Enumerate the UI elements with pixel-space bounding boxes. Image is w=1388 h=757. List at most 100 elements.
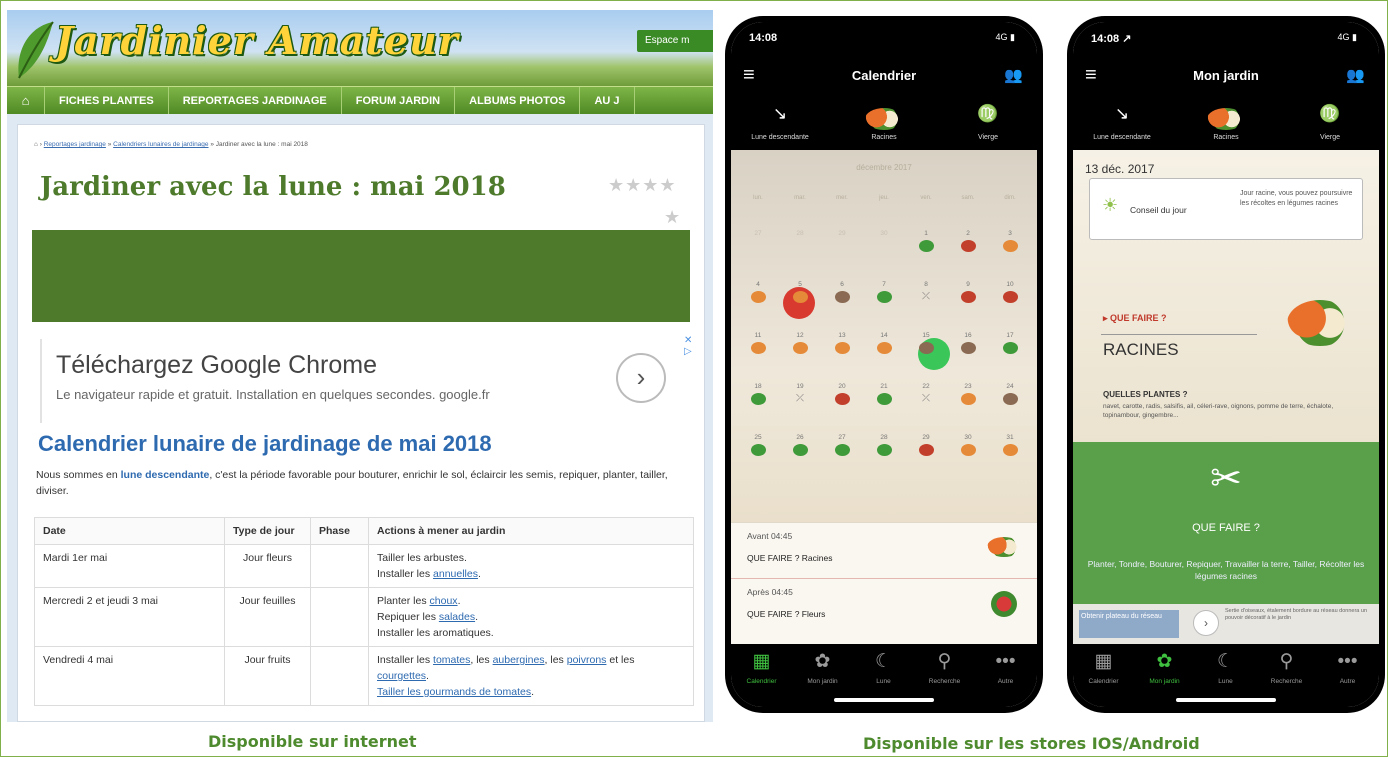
breadcrumb-calendriers[interactable]: Calendriers lunaires de jardinage (113, 141, 208, 148)
calendar-day[interactable]: 16 (947, 330, 989, 382)
tab-autre[interactable]: ••• Autre (1317, 650, 1378, 685)
calendar-day[interactable]: 31 (989, 432, 1031, 484)
period-row-before[interactable]: Avant 04:45 QUE FAIRE ? Racines (731, 522, 1037, 578)
community-icon[interactable]: 👥 (1004, 66, 1023, 84)
home-indicator (834, 698, 934, 702)
link-gourmands[interactable]: Tailler les gourmands de tomates (377, 686, 531, 698)
root-day-icon (1002, 444, 1018, 456)
root-day-icon (1002, 240, 1018, 252)
calendar-day[interactable]: 28 (863, 432, 905, 484)
tab-mon-jardin[interactable]: ✿ Mon jardin (792, 650, 853, 685)
calendar-icon: ▦ (752, 651, 771, 672)
nav-forum[interactable]: FORUM JARDIN (342, 87, 456, 114)
ad-banner[interactable]: Obtenir plateau du réseau › Sertie d'ois… (1073, 604, 1379, 644)
website-screenshot: Jardinier Amateur Espace m ⌂ FICHES PLAN… (7, 10, 713, 722)
calendar-day[interactable]: 30 (863, 228, 905, 280)
calendar-day[interactable]: 28 (779, 228, 821, 280)
tab-recherche[interactable]: ⚲ Recherche (914, 650, 975, 685)
calendar-day[interactable]: 30 (947, 432, 989, 484)
link-tomates[interactable]: tomates (433, 654, 470, 666)
calendar-day[interactable]: 8 ⤫ (905, 279, 947, 331)
calendar-day[interactable]: 17 (989, 330, 1031, 382)
leaf-logo-icon (18, 21, 54, 79)
tab-lune[interactable]: ☾ Lune (853, 650, 914, 685)
col-phase: Phase (310, 517, 369, 545)
ad-arrow-icon[interactable]: › (616, 353, 666, 403)
calendar-icon: ▦ (1094, 651, 1113, 672)
home-icon[interactable]: ⌂ (7, 87, 45, 114)
que-faire-link[interactable]: ▸ QUE FAIRE ? (1103, 313, 1167, 324)
flower-day-icon (918, 444, 934, 456)
nav-fiches-plantes[interactable]: FICHES PLANTES (45, 87, 169, 114)
flower-day-icon (960, 240, 976, 252)
rating-star-5[interactable]: ★ (664, 207, 680, 228)
calendar-day[interactable]: 24 (989, 381, 1031, 433)
tab-mon-jardin[interactable]: ✿ Mon jardin (1134, 650, 1195, 685)
calendar-day[interactable]: 4 (737, 279, 779, 331)
conseil-du-jour-card[interactable]: ☀ Conseil du jour Jour racine, vous pouv… (1089, 178, 1363, 240)
calendar-day[interactable]: 13 (821, 330, 863, 382)
link-aubergines[interactable]: aubergines (493, 654, 545, 666)
chrome-ad[interactable]: Téléchargez Google Chrome Le navigateur … (40, 335, 692, 423)
ad-next-icon[interactable]: › (1193, 610, 1219, 636)
calendar-day[interactable]: 12 (779, 330, 821, 382)
more-icon: ••• (995, 651, 1016, 672)
calendar-day[interactable]: 6 (821, 279, 863, 331)
calendar-day[interactable]: 2 (947, 228, 989, 280)
breadcrumb-reportages[interactable]: Reportages jardinage (44, 141, 106, 148)
fruit-day-icon (960, 342, 976, 354)
community-icon[interactable]: 👥 (1346, 66, 1365, 84)
calendar-day[interactable]: 9 (947, 279, 989, 331)
calendar-day[interactable]: 10 (989, 279, 1031, 331)
link-choux[interactable]: choux (430, 595, 458, 607)
calendar-day[interactable]: 18 (737, 381, 779, 433)
calendar-day[interactable]: 5 (779, 279, 821, 331)
calendar-day[interactable]: 29 (821, 228, 863, 280)
ad-title[interactable]: Téléchargez Google Chrome (56, 351, 377, 380)
tab-autre[interactable]: ••• Autre (975, 650, 1036, 685)
tab-calendrier[interactable]: ▦ Calendrier (731, 650, 792, 685)
calendar-day[interactable]: 19 ⤫ (779, 381, 821, 433)
ad-image-text[interactable]: Obtenir plateau du réseau (1079, 610, 1179, 638)
calendar-day[interactable]: 23 (947, 381, 989, 433)
calendar-day[interactable]: 1 (905, 228, 947, 280)
root-day-icon (834, 342, 850, 354)
calendar-day[interactable]: 22 ⤫ (905, 381, 947, 433)
link-poivrons[interactable]: poivrons (567, 654, 607, 666)
tab-calendrier[interactable]: ▦ Calendrier (1073, 650, 1134, 685)
root-day-icon (750, 342, 766, 354)
calendar-day[interactable]: 7 (863, 279, 905, 331)
calendar-day[interactable]: 3 (989, 228, 1031, 280)
period-row-after[interactable]: Après 04:45 QUE FAIRE ? Fleurs (731, 578, 1037, 644)
calendar-day[interactable]: 21 (863, 381, 905, 433)
calendar-day[interactable]: 27 (737, 228, 779, 280)
nav-albums[interactable]: ALBUMS PHOTOS (455, 87, 581, 114)
link-courgettes[interactable]: courgettes (377, 670, 426, 682)
lune-descendante-link[interactable]: lune descendante (121, 469, 210, 481)
tab-recherche[interactable]: ⚲ Recherche (1256, 650, 1317, 685)
ad-close-icon[interactable]: ✕ ▷ (684, 335, 692, 357)
calendar-day[interactable]: 20 (821, 381, 863, 433)
pruning-shears-icon: ✂ (1210, 458, 1242, 500)
vegetables-icon (865, 108, 903, 130)
calendar-day[interactable]: 29 (905, 432, 947, 484)
calendar-day[interactable]: 27 (821, 432, 863, 484)
calendar-day[interactable]: 26 (779, 432, 821, 484)
breadcrumb: ⌂ › Reportages jardinage » Calendriers l… (34, 141, 308, 148)
link-salades[interactable]: salades (439, 611, 475, 623)
leaf-day-icon (792, 444, 808, 456)
breadcrumb-home-icon[interactable]: ⌂ (34, 141, 38, 148)
site-logo[interactable]: Jardinier Amateur (55, 18, 459, 63)
member-space-button[interactable]: Espace m (637, 30, 713, 52)
rating-stars[interactable]: ★★★★ (608, 175, 677, 196)
calendar-day[interactable]: 25 (737, 432, 779, 484)
nav-reportages[interactable]: REPORTAGES JARDINAGE (169, 87, 342, 114)
tab-lune[interactable]: ☾ Lune (1195, 650, 1256, 685)
calendar-day[interactable]: 15 (905, 330, 947, 382)
link-annuelles[interactable]: annuelles (433, 568, 478, 580)
calendar-day[interactable]: 11 (737, 330, 779, 382)
nav-au-jardin[interactable]: AU J (580, 87, 635, 114)
calendar-day[interactable]: 14 (863, 330, 905, 382)
flower-day-icon (960, 291, 976, 303)
signal-icon: 4G ▮ (995, 32, 1015, 42)
